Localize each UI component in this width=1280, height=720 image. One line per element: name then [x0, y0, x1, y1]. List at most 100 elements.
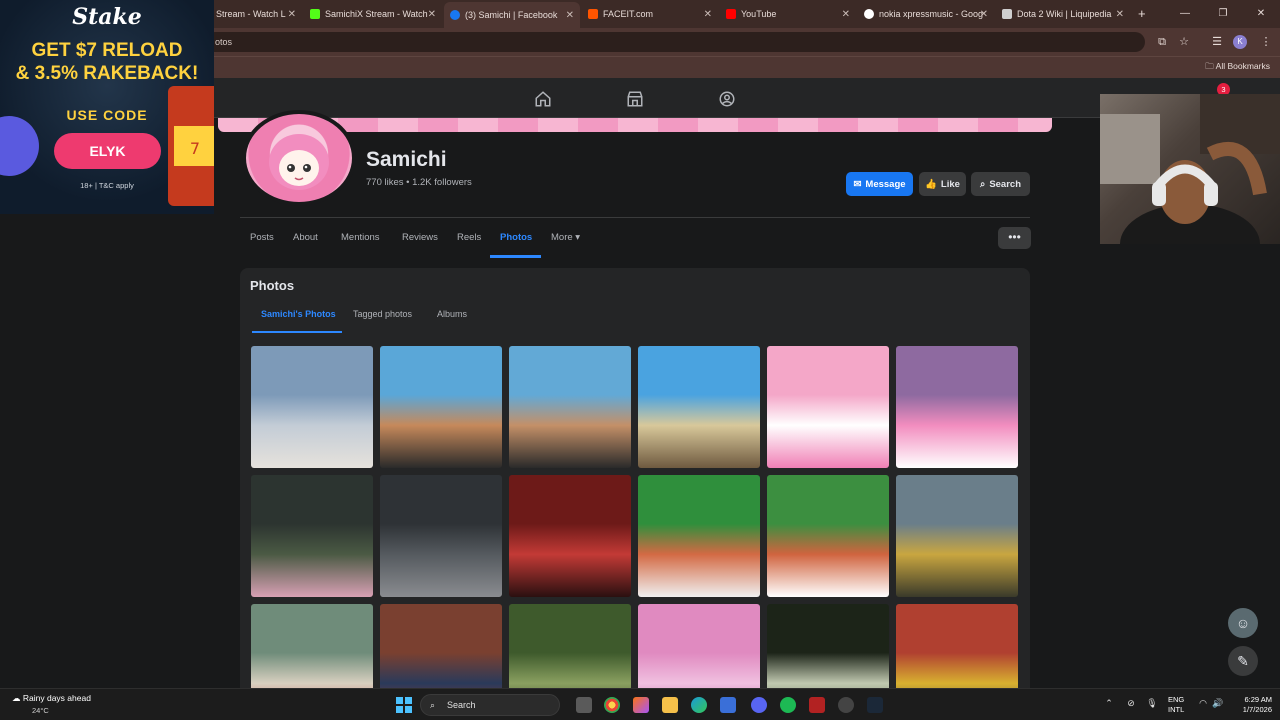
subtab-tagged-photos[interactable]: Tagged photos	[353, 309, 412, 319]
google-icon	[864, 9, 874, 19]
subtab-own-photos[interactable]: Samichi's Photos	[261, 309, 336, 319]
tab-youtube[interactable]: YouTube ✕	[720, 4, 856, 24]
search-icon: ⌕	[979, 178, 986, 190]
steam-icon[interactable]	[867, 697, 883, 713]
photo-thumbnail[interactable]	[896, 475, 1018, 597]
tab-reviews[interactable]: Reviews	[402, 232, 438, 243]
photo-thumbnail[interactable]	[896, 604, 1018, 698]
task-view-icon[interactable]	[576, 697, 592, 713]
photo-thumbnail[interactable]	[251, 346, 373, 468]
marketplace-icon[interactable]	[626, 90, 644, 108]
subtab-albums[interactable]: Albums	[437, 309, 467, 319]
restore-icon[interactable]: ❐	[1204, 0, 1242, 28]
tab-title: SamichiX Stream - Watch	[325, 9, 428, 19]
home-icon[interactable]	[534, 90, 552, 108]
tab-reels[interactable]: Reels	[457, 232, 481, 243]
tab-photos[interactable]: Photos	[500, 232, 532, 243]
spotify-icon[interactable]	[780, 697, 796, 713]
photo-thumbnail[interactable]	[380, 346, 502, 468]
tab-samichix-stream[interactable]: SamichiX Stream - Watch ✕	[304, 4, 442, 24]
url-input[interactable]: otos	[205, 32, 1145, 52]
photo-thumbnail[interactable]	[767, 604, 889, 698]
photo-thumbnail[interactable]	[251, 475, 373, 597]
close-icon[interactable]: ✕	[566, 10, 574, 21]
photo-thumbnail[interactable]	[638, 475, 760, 597]
all-bookmarks-button[interactable]: 🗀 All Bookmarks	[1205, 61, 1270, 75]
chrome-icon[interactable]	[604, 697, 620, 713]
file-explorer-icon[interactable]	[662, 697, 678, 713]
install-app-icon[interactable]: ⧉	[1154, 34, 1170, 50]
like-button[interactable]: 👍 Like	[919, 172, 966, 196]
svg-text:7: 7	[190, 139, 200, 158]
tab-google[interactable]: nokia xpressmusic - Goog ✕	[858, 4, 994, 24]
minimize-icon[interactable]: —	[1166, 0, 1204, 28]
reading-list-icon[interactable]: ☰	[1209, 34, 1225, 50]
profile-avatar[interactable]: K	[1233, 35, 1247, 49]
microphone-icon[interactable]: 🎙	[1146, 698, 1158, 710]
new-message-icon[interactable]: ✎	[1228, 646, 1258, 676]
keyboard-layout: INTL	[1168, 705, 1185, 714]
close-icon[interactable]: ✕	[980, 9, 988, 20]
tab-posts[interactable]: Posts	[250, 232, 274, 243]
photo-thumbnail[interactable]	[896, 346, 1018, 468]
photo-thumbnail[interactable]	[509, 346, 631, 468]
obs-icon[interactable]	[838, 697, 854, 713]
photo-thumbnail[interactable]	[767, 475, 889, 597]
tab-more[interactable]: More ▾	[551, 232, 580, 243]
profile-avatar-large[interactable]	[242, 110, 356, 206]
message-button[interactable]: ✉ Message	[846, 172, 913, 196]
dota-icon[interactable]	[809, 697, 825, 713]
language-indicator[interactable]: ENG INTL	[1168, 695, 1184, 715]
more-options-button[interactable]: •••	[998, 227, 1031, 249]
chat-avatar[interactable]: ☺	[1228, 608, 1258, 638]
tab-title: (3) Samichi | Facebook	[465, 10, 558, 20]
promo-code-button[interactable]: ELYK	[54, 133, 161, 169]
close-window-icon[interactable]: ✕	[1242, 0, 1280, 28]
discord-icon[interactable]	[751, 697, 767, 713]
tab-facebook[interactable]: (3) Samichi | Facebook ✕	[444, 2, 580, 28]
search-button[interactable]: ⌕ Search	[971, 172, 1030, 196]
ad-headline-1: GET $7 RELOAD	[31, 40, 183, 61]
stake-logo: Stake	[72, 4, 142, 30]
taskbar-search[interactable]: ⌕ Search	[420, 694, 560, 716]
tab-about[interactable]: About	[293, 232, 318, 243]
store-icon[interactable]	[720, 697, 736, 713]
edge-icon[interactable]	[691, 697, 707, 713]
messenger-icon: ✉	[853, 178, 862, 190]
ad-headline-2: & 3.5% RAKEBACK!	[15, 63, 199, 84]
volume-icon[interactable]: 🔊	[1212, 698, 1224, 710]
tab-faceit[interactable]: FACEIT.com ✕	[582, 4, 718, 24]
close-icon[interactable]: ✕	[1116, 9, 1124, 20]
photo-thumbnail[interactable]	[380, 475, 502, 597]
photo-thumbnail[interactable]	[251, 604, 373, 698]
search-label: Search	[989, 178, 1021, 190]
close-icon[interactable]: ✕	[288, 9, 296, 20]
clock[interactable]: 6:29 AM 1/7/2026	[1243, 695, 1272, 715]
clock-date: 1/7/2026	[1242, 705, 1272, 714]
all-bookmarks-label: All Bookmarks	[1215, 61, 1270, 71]
groups-icon[interactable]	[718, 90, 736, 108]
weather-widget[interactable]: ☁ Rainy days ahead 24°C	[12, 693, 91, 715]
windows-taskbar: ☁ Rainy days ahead 24°C ⌕ Search ⌃ ⊘ 🎙 E…	[0, 688, 1280, 720]
copilot-icon[interactable]	[633, 697, 649, 713]
new-tab-icon[interactable]: +	[1138, 6, 1146, 21]
chevron-up-icon[interactable]: ⌃	[1103, 698, 1115, 710]
tab-mentions[interactable]: Mentions	[341, 232, 380, 243]
bookmark-star-icon[interactable]: ☆	[1176, 34, 1192, 50]
tab-stream[interactable]: Stream - Watch L ✕	[210, 4, 302, 24]
menu-dots-icon[interactable]: ⋮	[1258, 34, 1274, 50]
close-icon[interactable]: ✕	[704, 9, 712, 20]
close-icon[interactable]: ✕	[842, 9, 850, 20]
photo-thumbnail[interactable]	[380, 604, 502, 698]
chibi-avatar-icon	[269, 134, 329, 190]
network-off-icon[interactable]: ⊘	[1125, 698, 1137, 710]
close-icon[interactable]: ✕	[428, 9, 436, 20]
photo-thumbnail[interactable]	[509, 604, 631, 698]
wifi-icon[interactable]: ◠	[1197, 698, 1209, 710]
tab-liquipedia[interactable]: Dota 2 Wiki | Liquipedia ✕	[996, 4, 1130, 24]
photo-thumbnail[interactable]	[509, 475, 631, 597]
photo-thumbnail[interactable]	[638, 346, 760, 468]
photo-thumbnail[interactable]	[767, 346, 889, 468]
windows-start-icon[interactable]	[396, 697, 412, 713]
photo-thumbnail[interactable]	[638, 604, 760, 698]
